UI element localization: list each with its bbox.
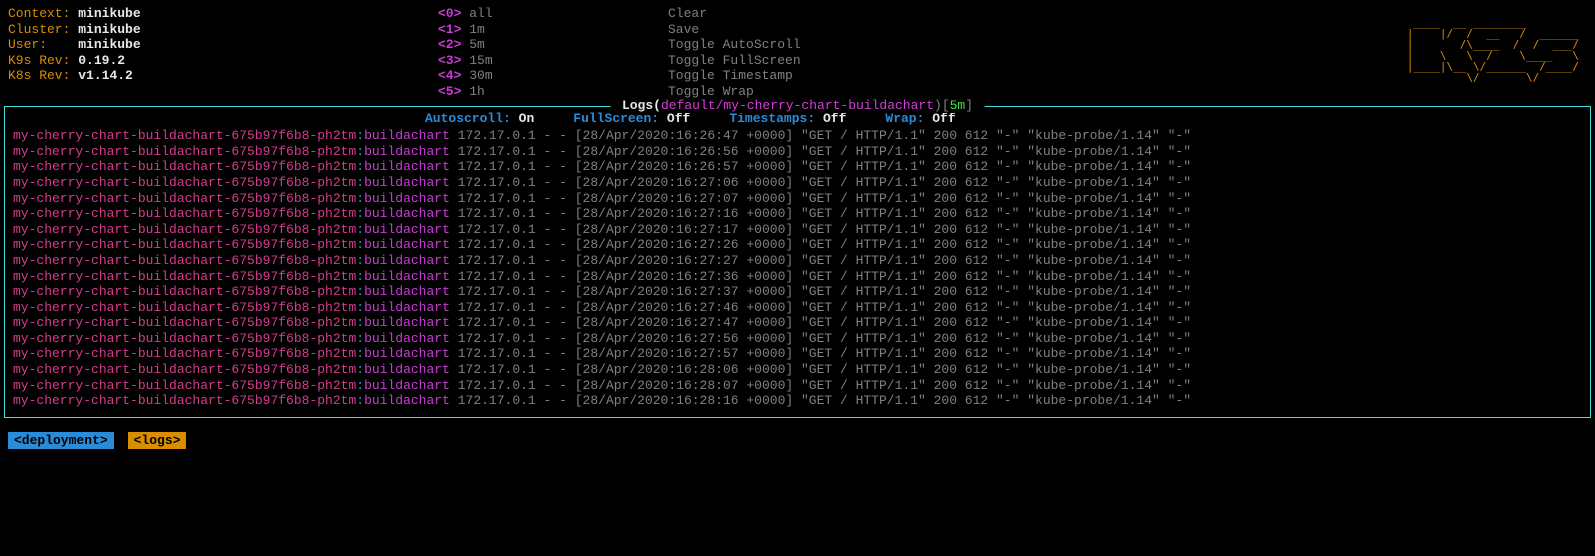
log-line: my-cherry-chart-buildachart-675b97f6b8-p… (13, 237, 1582, 253)
k9s-rev-value: 0.19.2 (78, 53, 125, 68)
user-value: minikube (78, 37, 140, 52)
k9s-logo: ____ __ ________ | |/ / __ / ______ | /\… (1407, 17, 1587, 89)
log-line: my-cherry-chart-buildachart-675b97f6b8-p… (13, 284, 1582, 300)
log-line: my-cherry-chart-buildachart-675b97f6b8-p… (13, 315, 1582, 331)
log-line: my-cherry-chart-buildachart-675b97f6b8-p… (13, 346, 1582, 362)
breadcrumb-logs[interactable]: <logs> (128, 432, 187, 450)
hotkey-desc: Clear (668, 6, 868, 22)
hotkeys: <0> all<1> 1m<2> 5m<3> 15m<4> 30m<5> 1h … (438, 6, 868, 100)
log-line: my-cherry-chart-buildachart-675b97f6b8-p… (13, 331, 1582, 347)
cluster-label: Cluster: (8, 22, 70, 37)
logs-title: Logs(default/my-cherry-chart-buildachart… (610, 98, 985, 114)
header: Context: minikube Cluster: minikube User… (0, 0, 1595, 102)
log-line: my-cherry-chart-buildachart-675b97f6b8-p… (13, 378, 1582, 394)
log-line: my-cherry-chart-buildachart-675b97f6b8-p… (13, 159, 1582, 175)
log-lines[interactable]: my-cherry-chart-buildachart-675b97f6b8-p… (5, 128, 1590, 409)
cluster-value: minikube (78, 22, 140, 37)
hotkey-action-desc: ClearSaveToggle AutoScrollToggle FullScr… (668, 6, 868, 100)
hotkey-interval[interactable]: <2> 5m (438, 37, 548, 53)
context-label: Context: (8, 6, 70, 21)
autoscroll-label: Autoscroll: (425, 111, 511, 126)
hotkey-interval-col: <0> all<1> 1m<2> 5m<3> 15m<4> 30m<5> 1h (438, 6, 548, 100)
log-line: my-cherry-chart-buildachart-675b97f6b8-p… (13, 269, 1582, 285)
k9s-rev-label: K9s Rev: (8, 53, 70, 68)
log-line: my-cherry-chart-buildachart-675b97f6b8-p… (13, 144, 1582, 160)
log-line: my-cherry-chart-buildachart-675b97f6b8-p… (13, 253, 1582, 269)
hotkey-interval[interactable]: <4> 30m (438, 68, 548, 84)
hotkey-desc: Toggle Timestamp (668, 68, 868, 84)
hotkey-desc: Toggle FullScreen (668, 53, 868, 69)
context-value: minikube (78, 6, 140, 21)
k8s-rev-label: K8s Rev: (8, 68, 70, 83)
hotkey-interval[interactable]: <5> 1h (438, 84, 548, 100)
log-line: my-cherry-chart-buildachart-675b97f6b8-p… (13, 222, 1582, 238)
cluster-info: Context: minikube Cluster: minikube User… (8, 6, 438, 100)
log-line: my-cherry-chart-buildachart-675b97f6b8-p… (13, 362, 1582, 378)
hotkey-desc: Save (668, 22, 868, 38)
breadcrumb-deployment[interactable]: <deployment> (8, 432, 114, 450)
log-line: my-cherry-chart-buildachart-675b97f6b8-p… (13, 191, 1582, 207)
log-line: my-cherry-chart-buildachart-675b97f6b8-p… (13, 206, 1582, 222)
hotkey-interval[interactable]: <0> all (438, 6, 548, 22)
log-line: my-cherry-chart-buildachart-675b97f6b8-p… (13, 300, 1582, 316)
log-line: my-cherry-chart-buildachart-675b97f6b8-p… (13, 175, 1582, 191)
hotkey-interval[interactable]: <3> 15m (438, 53, 548, 69)
hotkey-action-keys (548, 6, 668, 100)
autoscroll-value: On (519, 111, 535, 126)
log-line: my-cherry-chart-buildachart-675b97f6b8-p… (13, 393, 1582, 409)
user-label: User: (8, 37, 47, 52)
log-line: my-cherry-chart-buildachart-675b97f6b8-p… (13, 128, 1582, 144)
hotkey-interval[interactable]: <1> 1m (438, 22, 548, 38)
hotkey-desc: Toggle AutoScroll (668, 37, 868, 53)
logs-panel[interactable]: Logs(default/my-cherry-chart-buildachart… (4, 106, 1591, 418)
breadcrumbs: <deployment> <logs> (0, 418, 1595, 450)
k8s-rev-value: v1.14.2 (78, 68, 133, 83)
